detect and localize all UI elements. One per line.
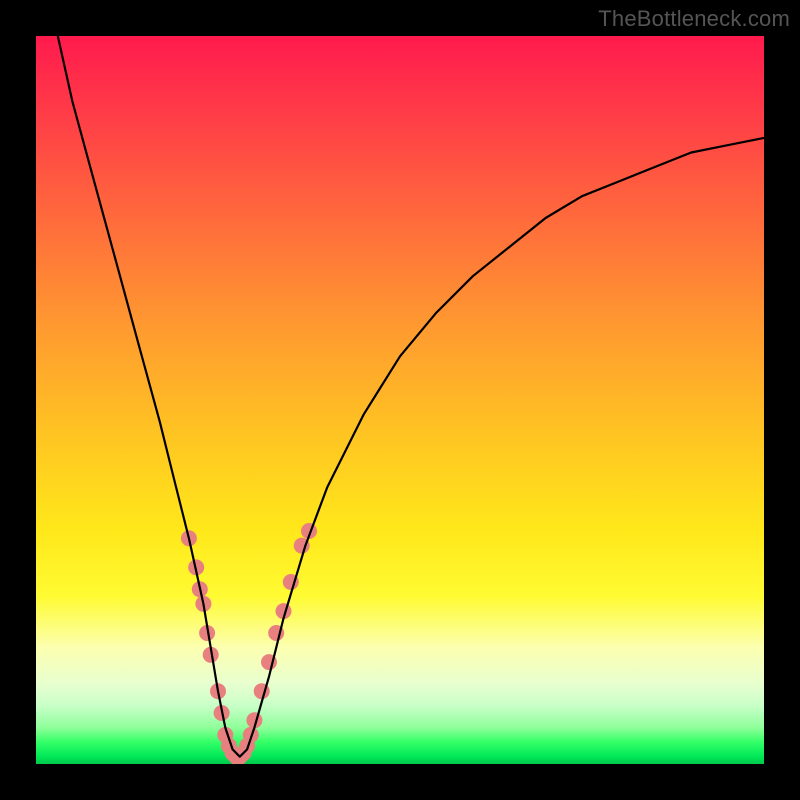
curve-svg xyxy=(36,36,764,764)
bottleneck-curve xyxy=(58,36,764,757)
marker-group xyxy=(181,523,317,764)
chart-container: TheBottleneck.com xyxy=(0,0,800,800)
watermark-text: TheBottleneck.com xyxy=(598,6,790,32)
plot-area xyxy=(36,36,764,764)
